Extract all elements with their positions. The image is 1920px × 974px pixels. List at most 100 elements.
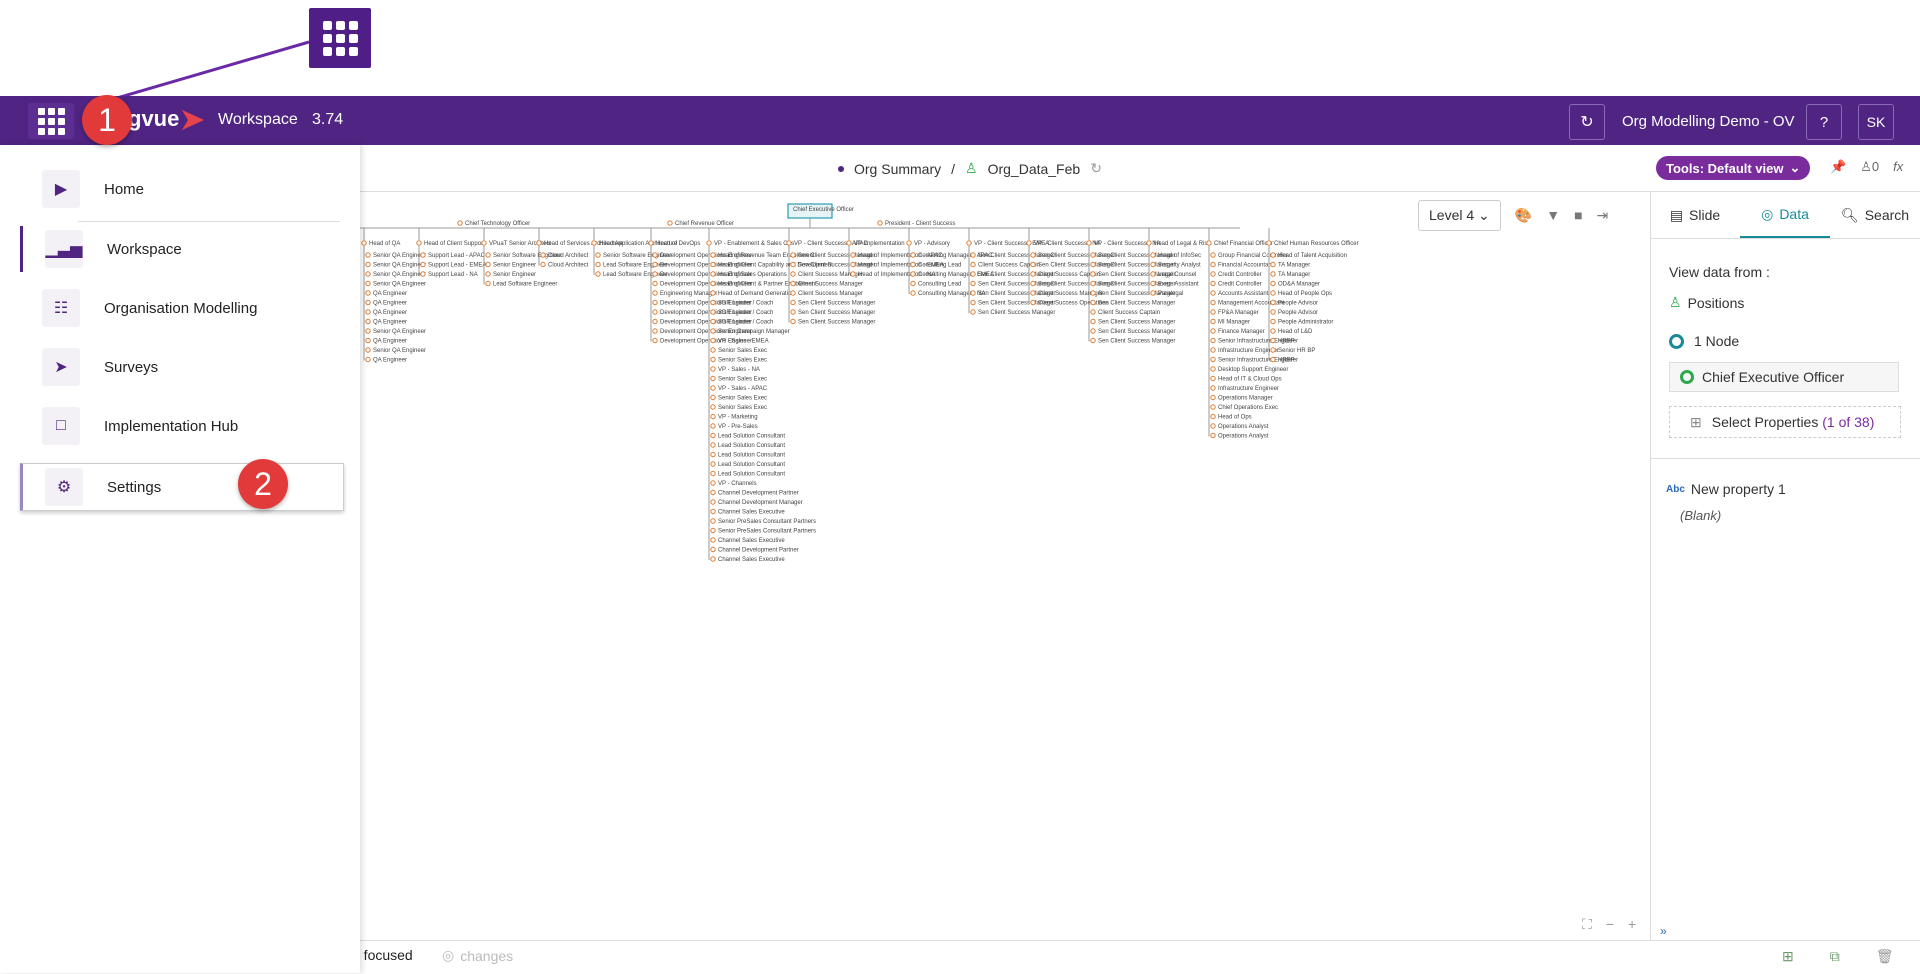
org-node-label[interactable]: QA Engineer — [373, 291, 407, 297]
org-node-label[interactable]: Head of IT & Cloud Ops — [1218, 377, 1282, 383]
org-node-label[interactable]: Lead Solution Consultant — [718, 472, 785, 478]
org-node-dot[interactable] — [1210, 318, 1216, 325]
org-node-dot[interactable] — [365, 356, 371, 363]
org-node-dot[interactable] — [652, 328, 658, 334]
org-node-dot[interactable] — [540, 252, 546, 258]
positions-source[interactable]: ♙ Positions — [1669, 294, 1744, 311]
org-node-dot[interactable] — [1146, 240, 1152, 246]
org-node-dot[interactable] — [710, 404, 716, 410]
add-icon[interactable]: ⊞ — [1782, 948, 1794, 965]
org-node-dot[interactable] — [365, 347, 371, 353]
org-node-dot[interactable] — [910, 271, 916, 277]
org-node-dot[interactable] — [1270, 337, 1276, 344]
org-node-label[interactable]: MI Manager — [1218, 320, 1250, 326]
refresh-icon[interactable]: ↻ — [1090, 160, 1102, 177]
org-node-label[interactable]: Channel Sales Executive — [718, 510, 785, 516]
org-node-label[interactable]: Lead Software Engineer — [603, 272, 667, 278]
org-node-dot[interactable] — [652, 252, 658, 258]
org-node-dot[interactable] — [710, 280, 716, 287]
org-node-dot[interactable] — [710, 261, 716, 268]
org-node-dot[interactable] — [485, 252, 491, 258]
org-node-label[interactable]: People Advisor — [1278, 310, 1318, 316]
org-node-dot[interactable] — [710, 271, 716, 277]
org-node-dot[interactable] — [1090, 328, 1096, 334]
menu-item-implementation-hub[interactable]: □ Implementation Hub — [20, 403, 340, 449]
org-node-label[interactable]: VP - Sales - EMEA — [718, 339, 769, 345]
org-node-dot[interactable] — [970, 309, 976, 315]
org-node-label[interactable]: Cloud Architect — [548, 253, 589, 259]
menu-item-organisation-modelling[interactable]: ☷ Organisation Modelling — [20, 285, 340, 331]
org-node-dot[interactable] — [485, 271, 491, 277]
org-node-dot[interactable] — [1270, 318, 1276, 325]
org-column-head[interactable]: Head of QA — [369, 241, 400, 247]
org-node-label[interactable]: Credit Controller — [1218, 272, 1262, 278]
org-node-dot[interactable] — [365, 318, 371, 325]
menu-item-home[interactable]: ▶ Home — [20, 166, 340, 212]
org-node-dot[interactable] — [365, 309, 371, 315]
org-node-label[interactable]: Sen Client Success Manager — [1098, 320, 1175, 326]
org-node-label[interactable]: Head of Ops — [1218, 415, 1252, 421]
org-node-dot[interactable] — [1090, 318, 1096, 325]
org-node-dot[interactable] — [1030, 271, 1036, 277]
org-node-dot[interactable] — [1270, 261, 1276, 268]
org-node-dot[interactable] — [1210, 337, 1216, 344]
org-node-dot[interactable] — [536, 240, 542, 246]
org-node-label[interactable]: Senior QA Engineer — [373, 272, 426, 278]
org-node-label[interactable]: Lead Solution Consultant — [718, 453, 785, 459]
tools-dropdown[interactable]: Tools: Default view ⌄ — [1656, 156, 1811, 180]
org-node-dot[interactable] — [970, 271, 976, 277]
org-node-dot[interactable] — [710, 537, 716, 543]
org-node-label[interactable]: Support Lead - NA — [428, 272, 478, 278]
org-node-dot[interactable] — [1030, 280, 1036, 287]
org-node-label[interactable]: Sen Client Success Manager — [798, 320, 875, 326]
org-node-dot[interactable] — [710, 385, 716, 391]
org-node-dot[interactable] — [710, 546, 716, 553]
org-node-label[interactable]: Senior PreSales Consultant Partners — [718, 529, 816, 535]
org-node-label[interactable]: HRBP — [1278, 358, 1295, 364]
org-node-label[interactable]: HRBP — [1278, 339, 1295, 345]
org-chart-canvas[interactable]: Chief Executive Officer Head of QA Senior … — [360, 192, 1650, 940]
org-node-dot[interactable] — [910, 280, 916, 287]
org-node-label[interactable]: TA Manager — [1278, 272, 1310, 278]
org-node-dot[interactable] — [910, 252, 916, 258]
org-node-dot[interactable] — [1210, 366, 1216, 372]
org-node-label[interactable]: VP - Channels — [718, 481, 757, 487]
org-node-dot[interactable] — [1090, 337, 1096, 344]
org-node-label[interactable]: Lead Solution Consultant — [718, 443, 785, 449]
org-node-label[interactable]: VP - Marketing — [718, 415, 758, 421]
org-node-dot[interactable] — [1210, 280, 1216, 287]
org-node-dot[interactable] — [710, 442, 716, 448]
org-node-label[interactable]: Senior Sales Exec — [718, 405, 767, 411]
flag-counter[interactable]: ♙0 — [1860, 159, 1879, 175]
org-node-label[interactable]: Channel Sales Executive — [718, 557, 785, 563]
org-node-label[interactable]: Senior QA Engineer — [373, 263, 426, 269]
org-node-label[interactable]: Senior HR BP — [1278, 348, 1315, 354]
org-node-dot[interactable] — [790, 318, 796, 325]
org-node-label[interactable]: Support Lead - EMEA — [428, 263, 486, 269]
org-node-label[interactable]: Consulting Lead — [918, 282, 961, 288]
zoom-out-icon[interactable]: − — [1606, 916, 1614, 933]
org-node-dot[interactable] — [710, 499, 716, 505]
apps-launcher-zoom[interactable] — [309, 8, 371, 68]
org-node-dot[interactable] — [591, 240, 597, 246]
org-node-label[interactable]: Senior Sales Exec — [718, 377, 767, 383]
org-node-dot[interactable] — [1210, 271, 1216, 277]
org-node-label[interactable]: Senior QA Engineer — [373, 253, 426, 259]
org-node-dot[interactable] — [652, 318, 658, 325]
org-node-dot[interactable] — [1206, 240, 1212, 246]
org-node-dot[interactable] — [457, 220, 463, 226]
collapse-panel-icon[interactable]: » — [1660, 924, 1667, 938]
org-node-dot[interactable] — [485, 280, 491, 287]
crumb-dataset[interactable]: Org_Data_Feb — [988, 161, 1081, 177]
org-node-dot[interactable] — [365, 290, 371, 296]
org-node-dot[interactable] — [595, 271, 601, 277]
org-node-label[interactable]: Client Success Captain — [1098, 310, 1160, 316]
org-node-label[interactable]: Infrastructure Engineer — [1218, 348, 1279, 354]
org-node-dot[interactable] — [365, 252, 371, 258]
org-node-dot[interactable] — [877, 220, 883, 226]
org-node-dot[interactable] — [365, 299, 371, 306]
org-node-dot[interactable] — [710, 480, 716, 486]
org-node-dot[interactable] — [1270, 252, 1276, 258]
org-node-dot[interactable] — [1030, 252, 1036, 258]
org-node-dot[interactable] — [970, 299, 976, 306]
